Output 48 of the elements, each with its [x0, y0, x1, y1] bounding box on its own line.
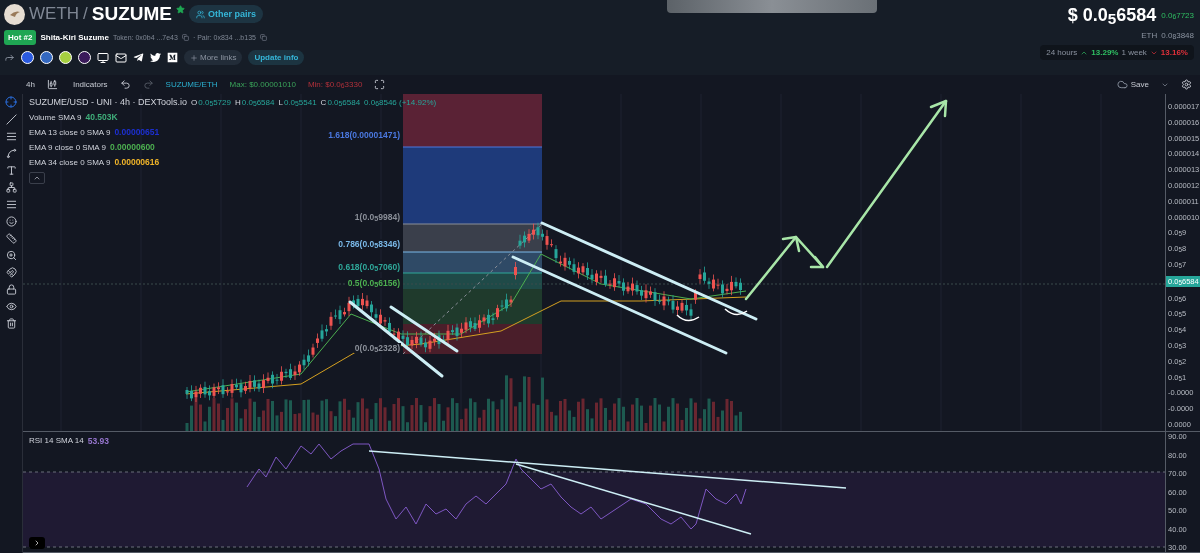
- interval[interactable]: 4h: [26, 80, 35, 90]
- chart-title: SUZUME/USD - UNI · 4h · DEXTools.io: [29, 97, 188, 107]
- token-name: Shita-Kiri Suzume: [40, 33, 109, 42]
- ohlc-label: H: [234, 97, 241, 107]
- hot-badge: Hot #2: [4, 30, 37, 45]
- other-pairs-button[interactable]: Other pairs: [189, 5, 264, 23]
- ohlc-value: 0.0$_{5}$5541: [283, 97, 317, 107]
- indicator-value: 0.00000600: [109, 142, 155, 152]
- ohlc-value: 0.0$_{5}$5729: [198, 97, 231, 107]
- indicator-name: Volume SMA 9: [29, 112, 82, 122]
- indicator-value: 0.00000616: [114, 157, 160, 167]
- indicator-value: 0.00000651: [114, 127, 160, 137]
- update-info-button[interactable]: Update info: [248, 50, 305, 65]
- indicator-name: EMA 34 close 0 SMA 9: [29, 157, 111, 167]
- period-label: 1 week: [1121, 48, 1147, 57]
- ohlc-label: C: [320, 97, 327, 107]
- eth-price: 0.0$_{8}$3848: [1161, 31, 1194, 40]
- chart-pair: SUZUME/ETH: [165, 80, 218, 90]
- fibonacci-level-label: 1.618(0.00001471): [327, 130, 401, 140]
- indicator-name: EMA 9 close 0 SMA 9: [29, 142, 106, 152]
- indicator-name: EMA 13 close 0 SMA 9: [29, 127, 111, 137]
- pair-separator: /: [83, 4, 88, 24]
- ohlc-value: 0.0$_{5}$6584: [241, 97, 275, 107]
- ohlc-label: L: [278, 97, 283, 107]
- fibonacci-level-label: 1(0.0$_{5}$9984): [353, 212, 401, 222]
- period-change: 13.16%: [1160, 48, 1188, 57]
- token-symbol: SUZUME: [91, 3, 172, 25]
- base-token: WETH: [29, 4, 80, 24]
- indicator-value: 40.503K: [85, 112, 118, 122]
- ohlc-label: O: [191, 97, 198, 107]
- fibonacci-level-label: 0.5(0.0$_{5}$6156): [346, 278, 401, 288]
- rsi-label: RSI 14 SMA 14: [29, 436, 84, 446]
- period-label: 24 hours: [1046, 48, 1078, 57]
- eth-label: ETH: [1141, 31, 1158, 40]
- indicators-button[interactable]: Indicators: [69, 80, 108, 90]
- fibonacci-level-label: 0(0.0$_{5}$2328): [353, 343, 401, 353]
- min-price: Min: $0.0$_{6}$3330: [307, 80, 363, 90]
- price-change: 0.0$_{6}$8546 (+14.92%): [364, 97, 437, 107]
- fibonacci-level-label: 0.786(0.0$_{5}$8346): [337, 239, 401, 249]
- price-change: 0.0$_{6}$7723: [1161, 11, 1194, 20]
- fibonacci-level-label: 0.618(0.0$_{5}$7060): [337, 262, 401, 272]
- period-change: 13.29%: [1091, 48, 1119, 57]
- usd-price: $ 0.0$_{5}$6584: [1067, 5, 1157, 26]
- more-links-button[interactable]: More links: [184, 50, 243, 65]
- save-button[interactable]: Save: [1116, 79, 1149, 91]
- max-price: Max: $0.00001010: [229, 80, 296, 90]
- ohlc-value: 0.0$_{5}$6584: [327, 97, 361, 107]
- rsi-value: 53.93: [87, 436, 109, 446]
